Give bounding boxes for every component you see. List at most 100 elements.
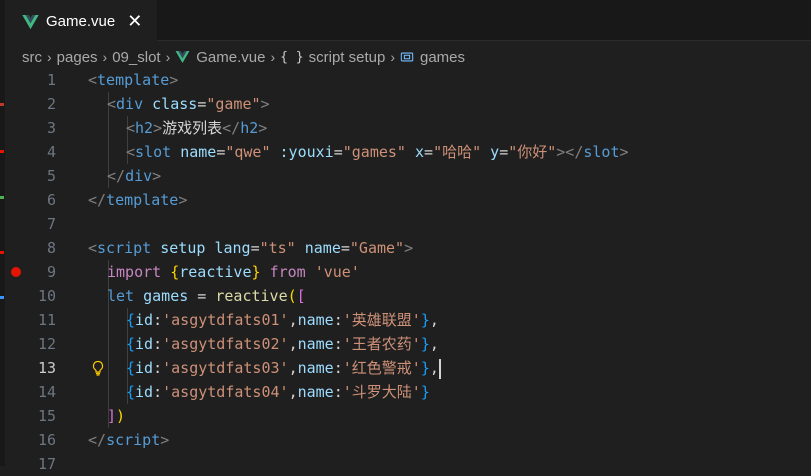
code-line[interactable]: 14 {id:'asgytdfats04',name:'斗罗大陆'} — [5, 380, 811, 404]
code-token: , — [288, 335, 298, 353]
code-token: > — [260, 95, 270, 113]
code-line[interactable]: 6 </template> — [5, 188, 811, 212]
breadcrumb-label: 09_slot — [112, 48, 161, 66]
code-token: "games" — [342, 143, 406, 161]
code-line[interactable]: 3 <h2>游戏列表</h2> — [5, 116, 811, 140]
code-token: '英雄联盟' — [342, 311, 421, 329]
code-line[interactable]: 1 <template> — [5, 68, 811, 92]
code-line[interactable]: 7 — [5, 212, 811, 236]
strip-marker — [0, 251, 4, 254]
code-token: </ — [88, 191, 107, 209]
code-token: , — [429, 359, 439, 377]
code-token: = — [424, 143, 434, 161]
editor-tab-game-vue[interactable]: Game.vue ✕ — [5, 0, 157, 42]
line-number: 12 — [37, 335, 56, 353]
breadcrumb-item-09-slot[interactable]: 09_slot — [112, 49, 160, 66]
code-line[interactable]: 4 <slot name="qwe" :youxi="games" x="哈哈" … — [5, 140, 811, 164]
lightbulb-icon[interactable] — [91, 360, 105, 376]
code-token: name — [297, 383, 334, 401]
code-token: div — [125, 167, 153, 185]
code-token: < — [88, 71, 98, 89]
code-text: <script setup lang="ts" name="Game"> — [88, 236, 413, 260]
code-token: = — [250, 239, 260, 257]
code-token: id — [135, 359, 154, 377]
code-line[interactable]: 2 <div class="game"> — [5, 92, 811, 116]
code-token: = — [333, 143, 343, 161]
line-number: 11 — [37, 311, 56, 329]
code-text: import {reactive} from 'vue' — [107, 260, 360, 284]
code-token: , — [288, 383, 298, 401]
code-token: 'asgytdfats04' — [162, 383, 289, 401]
code-token: > — [619, 143, 629, 161]
code-token: } — [420, 383, 430, 401]
code-token: } — [251, 263, 261, 281]
line-number: 3 — [46, 119, 56, 137]
code-token: </ — [88, 431, 107, 449]
code-line[interactable]: 12 {id:'asgytdfats02',name:'王者农药'}, — [5, 332, 811, 356]
code-line[interactable]: 15]) — [5, 404, 811, 428]
code-text: {id:'asgytdfats04',name:'斗罗大陆'} — [126, 380, 430, 404]
code-token: id — [135, 383, 154, 401]
strip-marker — [0, 296, 4, 299]
code-token: : — [333, 311, 343, 329]
code-text: <h2>游戏列表</h2> — [126, 116, 267, 140]
code-token: let — [107, 287, 135, 305]
code-token: slot — [583, 143, 620, 161]
code-token: = — [340, 239, 350, 257]
code-token: > — [152, 167, 162, 185]
code-line[interactable]: 13 {id:'asgytdfats03',name:'红色警戒'}, — [5, 356, 811, 380]
vue-icon — [22, 14, 39, 29]
code-token: < — [107, 95, 117, 113]
code-text: <div class="game"> — [107, 92, 270, 116]
code-editor[interactable]: 1 <template> 2 <div class="game"> 3 <h2>游戏列表<… — [5, 68, 811, 473]
code-token: h2 — [135, 119, 154, 137]
breadcrumb-item-pages[interactable]: pages — [57, 49, 98, 66]
braces-icon: { } — [280, 49, 304, 65]
code-token: "你好" — [508, 143, 557, 161]
breadcrumb-item-games[interactable]: games — [400, 49, 465, 66]
line-number: 14 — [37, 383, 56, 401]
code-token: </ — [222, 119, 241, 137]
code-line[interactable]: 16 </script> — [5, 428, 811, 452]
code-token: [ — [296, 287, 306, 305]
code-token: > — [160, 431, 170, 449]
close-icon[interactable]: ✕ — [127, 12, 142, 31]
code-line[interactable]: 10 let games = reactive([ — [5, 284, 811, 308]
code-token: id — [135, 335, 154, 353]
breadcrumb-label: script setup — [308, 48, 386, 66]
breadcrumb-item-src[interactable]: src — [22, 49, 42, 66]
code-token: : — [333, 383, 343, 401]
text-cursor — [438, 358, 441, 379]
code-token: "哈哈" — [433, 143, 482, 161]
chevron-right-icon: › — [102, 49, 108, 65]
code-text: </template> — [88, 188, 187, 212]
code-token: { — [126, 383, 136, 401]
code-line[interactable]: 8 <script setup lang="ts" name="Game"> — [5, 236, 811, 260]
code-token: "qwe" — [225, 143, 271, 161]
code-token: id — [135, 311, 154, 329]
code-token: : — [333, 359, 343, 377]
code-line[interactable]: 9 import {reactive} from 'vue' — [5, 260, 811, 284]
code-line[interactable]: 11 {id:'asgytdfats01',name:'英雄联盟'}, — [5, 308, 811, 332]
code-line[interactable]: 5 </div> — [5, 164, 811, 188]
code-token: , — [429, 311, 439, 329]
code-line[interactable]: 17 — [5, 452, 811, 476]
breadcrumb-label: Game.vue — [196, 48, 266, 66]
breakpoint-icon[interactable] — [11, 267, 21, 277]
code-token: < — [126, 119, 136, 137]
breadcrumb-item-game-vue[interactable]: Game.vue — [175, 49, 265, 66]
code-text: </script> — [88, 428, 169, 452]
code-token: 'asgytdfats02' — [162, 335, 289, 353]
code-token: { — [126, 359, 136, 377]
breadcrumb-item-script-setup[interactable]: { } script setup — [280, 49, 385, 66]
code-token: : — [153, 383, 163, 401]
code-token: } — [420, 335, 430, 353]
code-token: '红色警戒' — [342, 359, 421, 377]
line-number: 6 — [46, 191, 56, 209]
code-token: : — [153, 359, 163, 377]
